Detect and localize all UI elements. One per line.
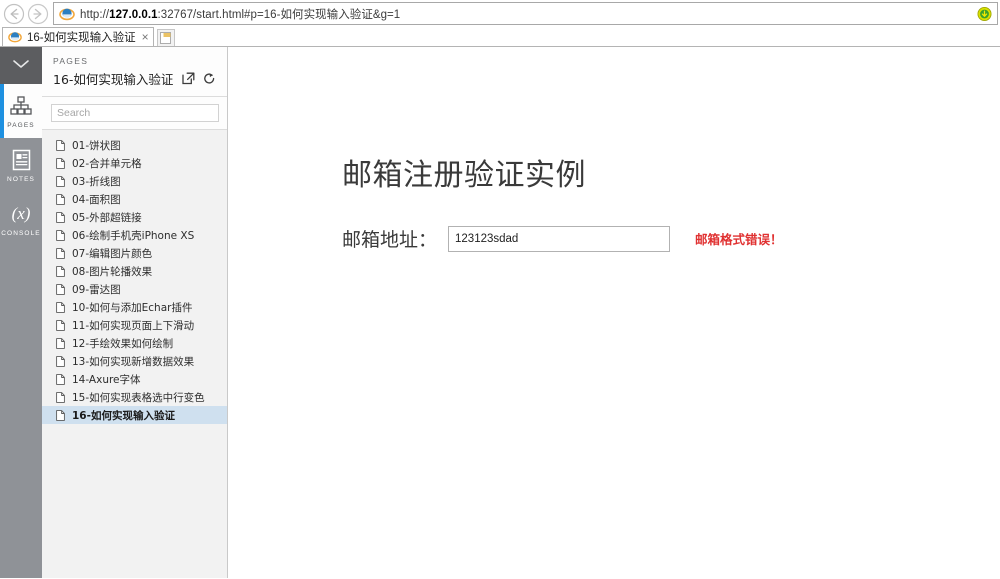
browser-toolbar: http://127.0.0.1:32767/start.html#p=16-如… [0,0,1000,27]
list-item-label: 12-手绘效果如何绘制 [72,336,173,351]
list-item[interactable]: 10-如何与添加Echar插件 [42,298,227,316]
document-icon [55,139,65,151]
back-button[interactable] [2,2,26,26]
list-item[interactable]: 01-饼状图 [42,136,227,154]
list-item-label: 11-如何实现页面上下滑动 [72,318,194,333]
list-item-label: 01-饼状图 [72,138,121,153]
list-item[interactable]: 08-图片轮播效果 [42,262,227,280]
document-icon [55,319,65,331]
document-icon [55,373,65,385]
forward-button[interactable] [26,2,50,26]
document-icon [55,229,65,241]
url-scheme: http:// [80,9,109,21]
compatibility-view-icon[interactable] [977,6,992,21]
sidebar-item-label: PAGES [7,122,34,129]
pages-list: 01-饼状图 02-合并单元格 03-折线图 04-面积图 05-外部超链接 06-绘制手… [42,130,227,578]
document-icon [55,247,65,259]
email-field-label: 邮箱地址： [342,225,437,252]
page-title: 16-如何实现输入验证 [53,69,175,88]
list-item[interactable]: 02-合并单元格 [42,154,227,172]
list-item-label: 04-面积图 [72,192,121,207]
list-item-label: 08-图片轮播效果 [72,264,152,279]
notes-icon [12,148,31,172]
list-item[interactable]: 04-面积图 [42,190,227,208]
document-icon [55,391,65,403]
list-item[interactable]: 16-如何实现输入验证 [42,406,227,424]
address-bar-text: http://127.0.0.1:32767/start.html#p=16-如… [80,6,400,22]
sidebar-item-notes[interactable]: NOTES [0,138,42,192]
document-icon [55,175,65,187]
document-icon [55,265,65,277]
tab-strip: 16-如何实现输入验证 × [0,27,1000,47]
sidebar-item-label: NOTES [7,176,35,183]
panel-title-row: 16-如何实现输入验证 [53,69,217,88]
document-icon [55,301,65,313]
sidebar-item-pages[interactable]: PAGES [0,84,42,138]
url-path: :32767/start.html#p=16-如何实现输入验证&g=1 [158,9,401,21]
ie-favicon-icon [59,6,75,22]
sitemap-icon [10,94,32,118]
list-item-label: 15-如何实现表格选中行变色 [72,390,205,405]
list-item-label: 07-编辑图片颜色 [72,246,152,261]
email-field[interactable] [448,226,670,252]
sidebar-item-console[interactable]: (x) CONSOLE [0,192,42,246]
document-icon [55,355,65,367]
pages-panel: PAGES 16-如何实现输入验证 [42,47,228,578]
console-glyph: (x) [12,205,31,222]
list-item[interactable]: 11-如何实现页面上下滑动 [42,316,227,334]
list-item[interactable]: 07-编辑图片颜色 [42,244,227,262]
address-bar[interactable]: http://127.0.0.1:32767/start.html#p=16-如… [53,2,998,25]
browser-chrome: http://127.0.0.1:32767/start.html#p=16-如… [0,0,1000,47]
search-input[interactable] [51,104,219,122]
validation-error-message: 邮箱格式错误！ [695,229,783,248]
prototype-heading: 邮箱注册验证实例 [342,150,586,194]
list-item[interactable]: 09-雷达图 [42,280,227,298]
email-form-row: 邮箱地址： 邮箱格式错误！ [342,225,783,252]
list-item-label: 10-如何与添加Echar插件 [72,300,192,315]
document-icon [55,337,65,349]
panel-kicker: PAGES [53,56,217,66]
list-item[interactable]: 13-如何实现新增数据效果 [42,352,227,370]
document-icon [55,211,65,223]
list-item-label: 13-如何实现新增数据效果 [72,354,194,369]
list-item-label: 16-如何实现输入验证 [72,408,175,423]
list-item-label: 06-绘制手机壳iPhone XS [72,228,194,243]
pages-search-wrap [42,97,227,130]
list-item[interactable]: 06-绘制手机壳iPhone XS [42,226,227,244]
list-item[interactable]: 12-手绘效果如何绘制 [42,334,227,352]
ie-favicon-icon [8,30,22,44]
list-item-label: 14-Axure字体 [72,372,141,387]
document-icon [55,193,65,205]
tab-title: 16-如何实现输入验证 [27,29,136,45]
pages-panel-header: PAGES 16-如何实现输入验证 [42,47,227,97]
list-item[interactable]: 05-外部超链接 [42,208,227,226]
url-host: 127.0.0.1 [109,9,157,21]
close-icon[interactable]: × [142,31,149,43]
chevron-down-icon [11,57,31,75]
list-item-label: 09-雷达图 [72,282,121,297]
left-icon-rail: PAGES NOTES (x) CONSOLE [0,47,42,578]
open-in-new-window-icon[interactable] [181,71,196,86]
browser-tab[interactable]: 16-如何实现输入验证 × [2,27,154,46]
list-item[interactable]: 15-如何实现表格选中行变色 [42,388,227,406]
prototype-canvas: 邮箱注册验证实例 邮箱地址： 邮箱格式错误！ [228,47,1000,578]
collapse-panel-button[interactable] [0,47,42,84]
console-variable-icon: (x) [12,202,31,226]
list-item-label: 03-折线图 [72,174,121,189]
list-item-label: 02-合并单元格 [72,156,142,171]
document-icon [55,409,65,421]
document-icon [55,157,65,169]
axure-viewer: PAGES NOTES (x) CONSOLE PAGES 16-如何实现 [0,47,1000,578]
document-icon [55,283,65,295]
new-tab-button[interactable] [157,29,175,46]
sidebar-item-label: CONSOLE [1,230,41,237]
list-item[interactable]: 03-折线图 [42,172,227,190]
list-item[interactable]: 14-Axure字体 [42,370,227,388]
reload-icon[interactable] [202,71,217,86]
list-item-label: 05-外部超链接 [72,210,142,225]
